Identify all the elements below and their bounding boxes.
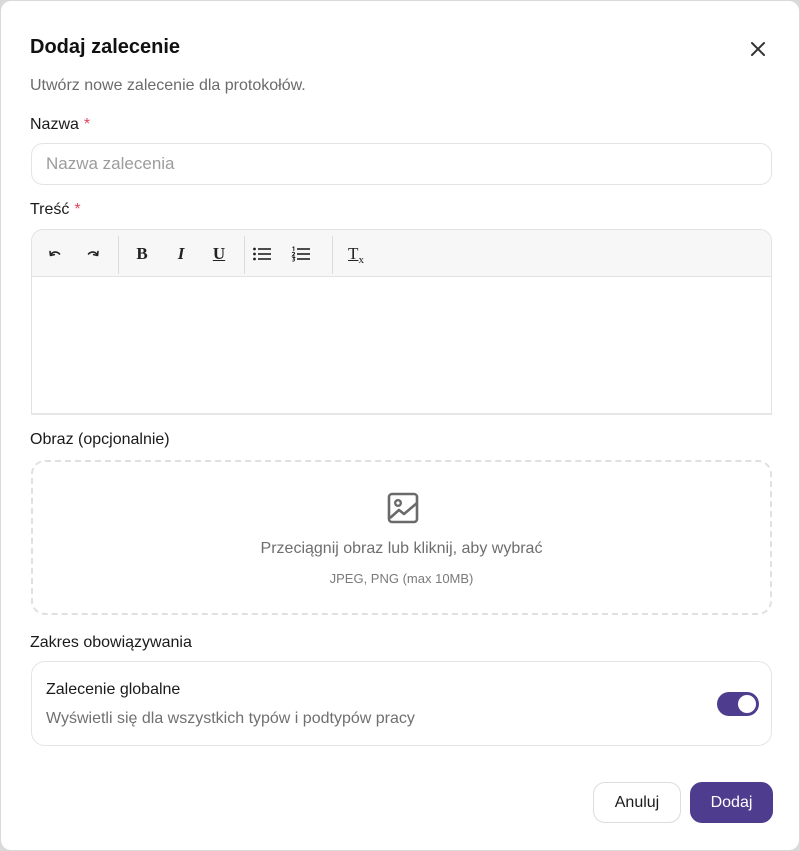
- undo-button[interactable]: [41, 240, 69, 268]
- bold-button[interactable]: B: [128, 240, 156, 268]
- global-scope-toggle[interactable]: [717, 692, 759, 716]
- redo-button[interactable]: [79, 240, 107, 268]
- toolbar-separator: [332, 236, 333, 274]
- add-recommendation-dialog: Dodaj zalecenie Utwórz nowe zalecenie dl…: [1, 1, 799, 850]
- cancel-button[interactable]: Anuluj: [593, 782, 681, 823]
- rich-text-editor: B I U Tx: [31, 229, 772, 415]
- clear-format-glyph: T: [348, 244, 359, 263]
- clear-format-sub: x: [358, 254, 364, 266]
- editor-toolbar: B I U Tx: [32, 230, 771, 277]
- image-label: Obraz (opcjonalnie): [30, 431, 170, 448]
- dropzone-text: Przeciągnij obraz lub kliknij, aby wybra…: [260, 540, 543, 557]
- close-button[interactable]: [746, 37, 770, 61]
- bullet-list-button[interactable]: [248, 240, 276, 268]
- dialog-subtitle: Utwórz nowe zalecenie dla protokołów.: [30, 77, 306, 94]
- underline-button[interactable]: U: [205, 240, 233, 268]
- required-mark: *: [74, 201, 81, 218]
- toolbar-separator: [244, 236, 245, 274]
- italic-button[interactable]: I: [167, 240, 195, 268]
- add-button[interactable]: Dodaj: [690, 782, 773, 823]
- image-icon: [387, 492, 419, 524]
- scope-label: Zakres obowiązywania: [30, 634, 192, 651]
- name-label-text: Nazwa: [30, 116, 79, 133]
- clear-format-button[interactable]: Tx: [342, 240, 370, 268]
- toolbar-separator: [118, 236, 119, 274]
- global-scope-description: Wyświetli się dla wszystkich typów i pod…: [46, 710, 415, 727]
- required-mark: *: [83, 116, 91, 133]
- dropzone-hint: JPEG, PNG (max 10MB): [329, 571, 474, 586]
- redo-icon: [87, 250, 99, 257]
- name-input[interactable]: [31, 143, 772, 185]
- bullet-list-icon: [253, 247, 271, 261]
- editor-bottom-border: [31, 413, 772, 415]
- content-label-text: Treść: [30, 201, 70, 218]
- content-label: Treść *: [30, 201, 81, 219]
- editor-content-area[interactable]: [32, 277, 771, 415]
- numbered-list-icon: [291, 246, 310, 262]
- global-scope-title: Zalecenie globalne: [46, 681, 181, 698]
- numbered-list-button[interactable]: [287, 240, 315, 268]
- global-scope-card: Zalecenie globalne Wyświetli się dla wsz…: [31, 661, 772, 746]
- close-icon: [751, 42, 765, 56]
- undo-icon: [49, 250, 61, 257]
- clear-format-icon: Tx: [348, 244, 364, 266]
- image-dropzone[interactable]: Przeciągnij obraz lub kliknij, aby wybra…: [31, 460, 772, 615]
- toggle-knob: [738, 695, 756, 713]
- name-label: Nazwa *: [30, 116, 90, 134]
- dialog-title: Dodaj zalecenie: [30, 36, 181, 58]
